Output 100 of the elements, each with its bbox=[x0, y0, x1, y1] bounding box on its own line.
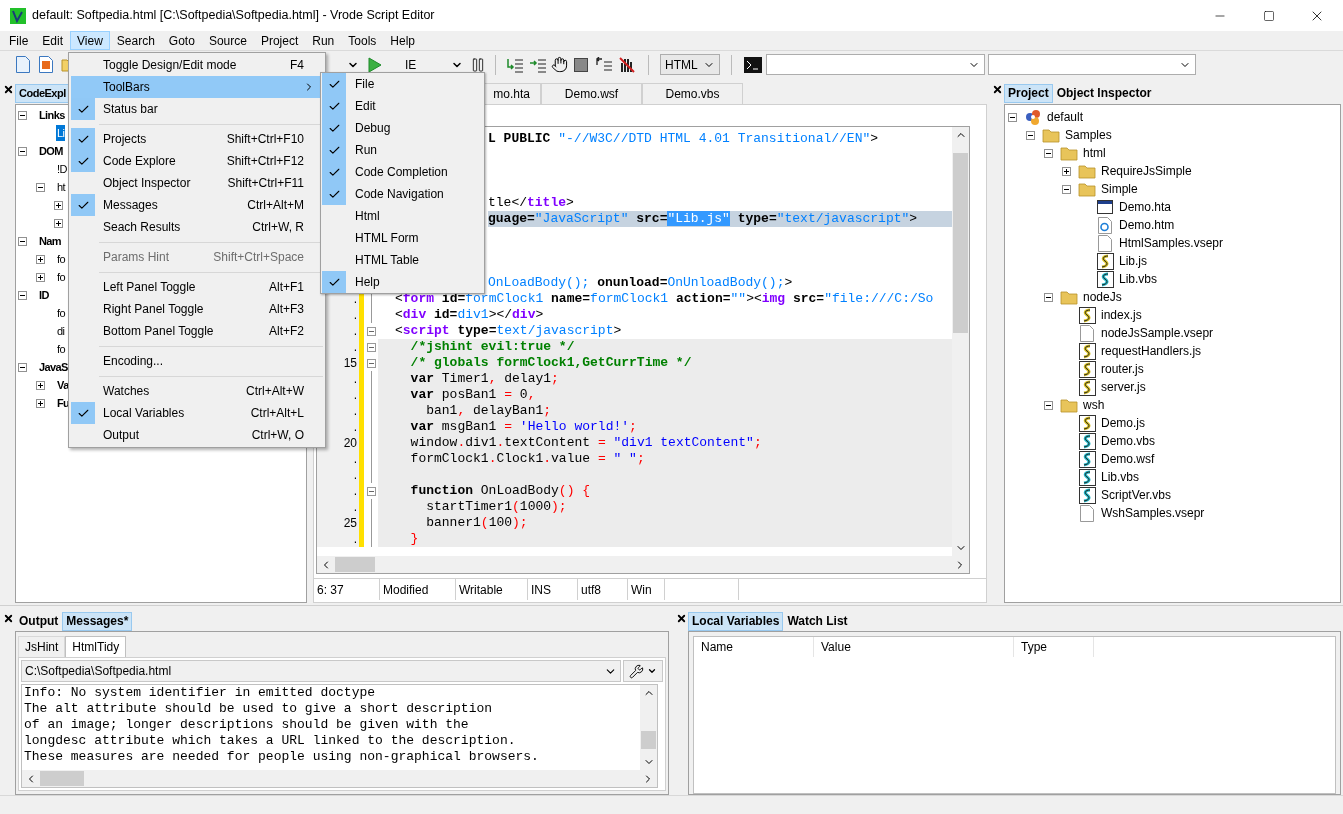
tree-item[interactable]: Samples bbox=[1065, 126, 1112, 144]
menu-entry[interactable]: Encoding... bbox=[71, 350, 323, 372]
collapse-toggle[interactable] bbox=[1062, 184, 1071, 194]
expand-toggle[interactable] bbox=[36, 272, 45, 282]
menu-entry[interactable]: Seach Results Ctrl+W, R bbox=[71, 216, 323, 238]
language-combo[interactable]: HTML bbox=[660, 54, 720, 75]
menu-item[interactable]: Tools bbox=[341, 31, 384, 50]
tree-item[interactable]: fo bbox=[56, 269, 66, 285]
menu-entry[interactable]: Code Navigation bbox=[322, 183, 483, 205]
menu-entry[interactable]: Edit bbox=[322, 95, 483, 117]
tree-item[interactable]: ScriptVer.vbs bbox=[1101, 486, 1172, 504]
message-tab[interactable]: JsHint bbox=[18, 636, 66, 657]
menu-entry[interactable]: Left Panel Toggle Alt+F1 bbox=[71, 276, 323, 298]
tree-item[interactable]: RequireJsSimple bbox=[1101, 162, 1192, 180]
tree-item[interactable]: fo bbox=[56, 341, 66, 357]
collapse-toggle[interactable] bbox=[18, 236, 27, 246]
menu-entry[interactable]: Watches Ctrl+Alt+W bbox=[71, 380, 323, 402]
menu-entry[interactable]: Debug bbox=[322, 117, 483, 139]
tree-item[interactable]: ID bbox=[38, 287, 50, 303]
column-header[interactable]: Name bbox=[694, 637, 814, 657]
expand-toggle[interactable] bbox=[36, 398, 45, 408]
pause-icon[interactable] bbox=[470, 56, 486, 73]
scrollbar[interactable] bbox=[640, 685, 657, 770]
menu-entry[interactable]: Right Panel Toggle Alt+F3 bbox=[71, 298, 323, 320]
tree-item[interactable]: wsh bbox=[1083, 396, 1105, 414]
scrollbar[interactable] bbox=[952, 127, 969, 556]
menu-item[interactable]: Project bbox=[253, 31, 306, 50]
menu-item[interactable]: File bbox=[2, 31, 36, 50]
tree-item[interactable]: ht bbox=[56, 179, 66, 195]
menu-entry[interactable]: ToolBars bbox=[71, 76, 323, 98]
message-tab[interactable]: HtmlTidy bbox=[65, 636, 127, 657]
tree-item[interactable]: Li bbox=[56, 125, 66, 141]
scrollbar[interactable] bbox=[317, 556, 969, 573]
tools-button[interactable] bbox=[623, 660, 663, 682]
menu-entry[interactable]: Output Ctrl+W, O bbox=[71, 424, 323, 446]
menu-entry[interactable]: Help bbox=[322, 271, 483, 293]
tree-item[interactable]: Demo.wsf bbox=[1101, 450, 1155, 468]
hand-icon[interactable] bbox=[551, 56, 568, 73]
panel-tab[interactable]: CodeExpl bbox=[15, 83, 70, 103]
tree-item[interactable]: !D bbox=[56, 161, 68, 177]
collapse-toggle[interactable] bbox=[18, 362, 27, 372]
template-file-icon[interactable] bbox=[36, 54, 56, 75]
stop-hand-icon[interactable] bbox=[617, 54, 637, 75]
menu-entry[interactable]: Projects Shift+Ctrl+F10 bbox=[71, 128, 323, 150]
menu-item[interactable]: View bbox=[70, 31, 110, 50]
tree-item[interactable]: WshSamples.vsepr bbox=[1101, 504, 1205, 522]
close-panel-icon[interactable] bbox=[676, 613, 687, 624]
collapse-toggle[interactable] bbox=[1026, 130, 1035, 140]
tree-item[interactable]: index.js bbox=[1101, 306, 1142, 324]
menu-entry[interactable]: Toggle Design/Edit mode F4 bbox=[71, 54, 323, 76]
tree-item[interactable]: Demo.hta bbox=[1119, 198, 1172, 216]
tree-item[interactable]: Links bbox=[38, 107, 66, 123]
menu-entry[interactable]: Run bbox=[322, 139, 483, 161]
tree-item[interactable]: html bbox=[1083, 144, 1106, 162]
menu-entry[interactable]: Status bar bbox=[71, 98, 323, 120]
tree-item[interactable]: Demo.vbs bbox=[1101, 432, 1156, 450]
scroll-thumb[interactable] bbox=[953, 153, 968, 333]
collapse-toggle[interactable] bbox=[18, 290, 27, 300]
menu-item[interactable]: Source bbox=[201, 31, 254, 50]
tree-item[interactable]: di bbox=[56, 323, 66, 339]
tree-item[interactable]: HtmlSamples.vsepr bbox=[1119, 234, 1224, 252]
tree-item[interactable]: default bbox=[1047, 108, 1084, 126]
collapse-toggle[interactable] bbox=[1044, 400, 1053, 410]
menu-entry[interactable]: Code Completion bbox=[322, 161, 483, 183]
scrollbar[interactable] bbox=[22, 770, 657, 787]
tree-item[interactable]: Lib.js bbox=[1119, 252, 1147, 270]
menu-entry[interactable]: Object Inspector Shift+Ctrl+F11 bbox=[71, 172, 323, 194]
menu-entry[interactable]: Messages Ctrl+Alt+M bbox=[71, 194, 323, 216]
fold-toggle[interactable] bbox=[366, 326, 376, 336]
expand-toggle[interactable] bbox=[36, 254, 45, 264]
menu-item[interactable]: Goto bbox=[161, 31, 202, 50]
tree-item[interactable]: nodeJs bbox=[1083, 288, 1122, 306]
menu-item[interactable]: Search bbox=[109, 31, 162, 50]
menu-entry[interactable]: File bbox=[322, 73, 483, 95]
tree-item[interactable]: server.js bbox=[1101, 378, 1146, 396]
menu-item[interactable]: Edit bbox=[35, 31, 71, 50]
tree-item[interactable]: Simple bbox=[1101, 180, 1138, 198]
panel-tab[interactable]: Project bbox=[1004, 83, 1053, 103]
menu-entry[interactable]: Local Variables Ctrl+Alt+L bbox=[71, 402, 323, 424]
tree-item[interactable]: nodeJsSample.vsepr bbox=[1101, 324, 1214, 342]
tree-item[interactable]: JavaS bbox=[38, 359, 69, 375]
expand-toggle[interactable] bbox=[54, 200, 63, 210]
column-header[interactable]: Value bbox=[814, 637, 1014, 657]
tree-item[interactable]: Lib.vbs bbox=[1119, 270, 1158, 288]
scroll-thumb[interactable] bbox=[335, 557, 375, 572]
tree-item[interactable]: Demo.js bbox=[1101, 414, 1145, 432]
tree-item[interactable]: router.js bbox=[1101, 360, 1144, 378]
tree-item[interactable]: Nam bbox=[38, 233, 63, 249]
fold-toggle[interactable] bbox=[366, 486, 376, 496]
tree-item[interactable]: fo bbox=[56, 305, 66, 321]
maximize-icon[interactable] bbox=[1263, 9, 1275, 22]
tree-item[interactable]: Demo.htm bbox=[1119, 216, 1175, 234]
scroll-thumb[interactable] bbox=[641, 731, 656, 749]
tree-item[interactable]: requestHandlers.js bbox=[1101, 342, 1202, 360]
browser-combo[interactable]: IE bbox=[389, 54, 467, 75]
new-file-icon[interactable] bbox=[13, 54, 33, 75]
editor-tab[interactable]: Demo.wsf bbox=[541, 83, 642, 104]
collapse-toggle[interactable] bbox=[36, 182, 45, 192]
tree-item[interactable]: DOM bbox=[38, 143, 64, 159]
fold-toggle[interactable] bbox=[366, 342, 376, 352]
